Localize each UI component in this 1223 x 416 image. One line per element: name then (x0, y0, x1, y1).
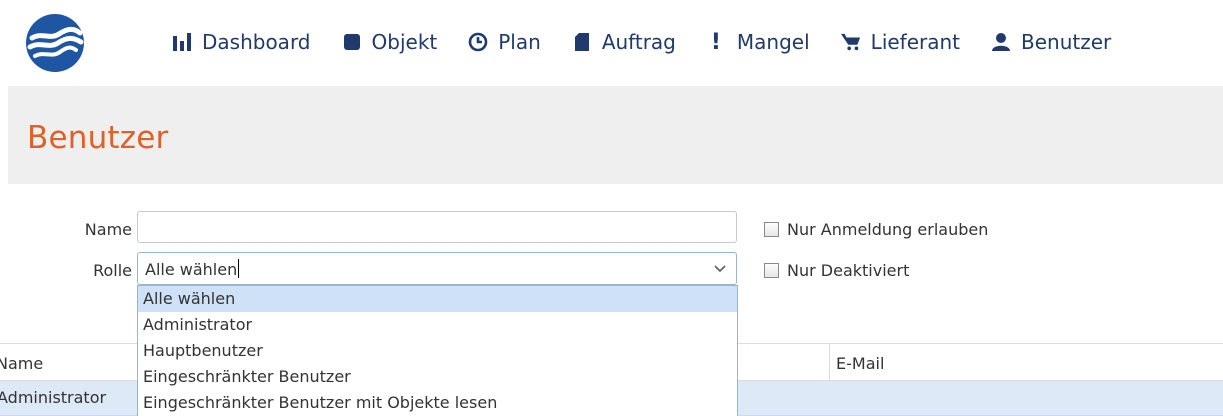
chevron-down-icon[interactable] (714, 264, 726, 273)
column-header-name[interactable]: Name (0, 354, 43, 373)
main-nav: Dashboard Objekt Plan Auftrag ! Mangel L… (172, 26, 1111, 58)
cart-icon (840, 33, 860, 51)
login-only-checkbox[interactable] (764, 222, 779, 237)
column-header-email[interactable]: E-Mail (836, 354, 884, 373)
login-only-label: Nur Anmeldung erlauben (787, 220, 989, 239)
nav-item-label: Dashboard (202, 30, 311, 54)
dropdown-option-alle[interactable]: Alle wählen (138, 286, 737, 312)
dropdown-option-eingeschraenkt[interactable]: Eingeschränkter Benutzer (138, 364, 737, 390)
user-icon (992, 33, 1011, 51)
nav-item-benutzer[interactable]: Benutzer (991, 30, 1111, 54)
nav-item-label: Benutzer (1021, 30, 1112, 54)
nav-item-label: Auftrag (601, 30, 676, 54)
square-icon (343, 34, 360, 50)
column-divider (829, 344, 830, 382)
company-logo[interactable] (26, 14, 84, 72)
top-navigation: Dashboard Objekt Plan Auftrag ! Mangel L… (0, 0, 1223, 86)
exclamation-icon: ! (710, 29, 721, 55)
bar-chart-icon (173, 33, 191, 51)
nav-item-label: Objekt (371, 30, 438, 54)
dropdown-option-hauptbenutzer[interactable]: Hauptbenutzer (138, 338, 737, 364)
nav-item-dashboard[interactable]: Dashboard (172, 30, 311, 54)
login-only-checkbox-row[interactable]: Nur Anmeldung erlauben (764, 220, 988, 239)
rolle-select-value: Alle wählen (145, 260, 238, 279)
nav-item-mangel[interactable]: ! Mangel (707, 30, 810, 55)
nav-item-objekt[interactable]: Objekt (342, 30, 438, 54)
nav-item-label: Mangel (736, 30, 810, 54)
nav-item-lieferant[interactable]: Lieferant (840, 30, 961, 54)
deactivated-only-checkbox-row[interactable]: Nur Deaktiviert (764, 261, 909, 280)
dropdown-option-administrator[interactable]: Administrator (138, 312, 737, 338)
deactivated-only-label: Nur Deaktiviert (787, 261, 910, 280)
clock-icon (468, 32, 488, 52)
dropdown-option-eingeschraenkt-objekte[interactable]: Eingeschränkter Benutzer mit Objekte les… (138, 390, 737, 416)
table-cell-name: Administrator (0, 388, 107, 407)
nav-item-plan[interactable]: Plan (468, 30, 541, 54)
nav-item-label: Plan (498, 30, 541, 54)
page-header: Benutzer (8, 86, 1223, 184)
deactivated-only-checkbox[interactable] (764, 263, 779, 278)
name-input[interactable] (137, 211, 737, 243)
nav-item-label: Lieferant (870, 30, 961, 54)
rolle-select-value-wrap: Alle wählen (145, 259, 240, 279)
rolle-select[interactable]: Alle wählen (137, 252, 737, 285)
text-cursor (238, 259, 240, 278)
rolle-dropdown-list: Alle wählen Administrator Hauptbenutzer … (137, 285, 738, 416)
nav-item-auftrag[interactable]: Auftrag (572, 30, 676, 54)
document-icon (574, 33, 589, 51)
rolle-label: Rolle (93, 261, 132, 280)
name-label: Name (84, 220, 132, 239)
page-title: Benutzer (27, 120, 169, 156)
